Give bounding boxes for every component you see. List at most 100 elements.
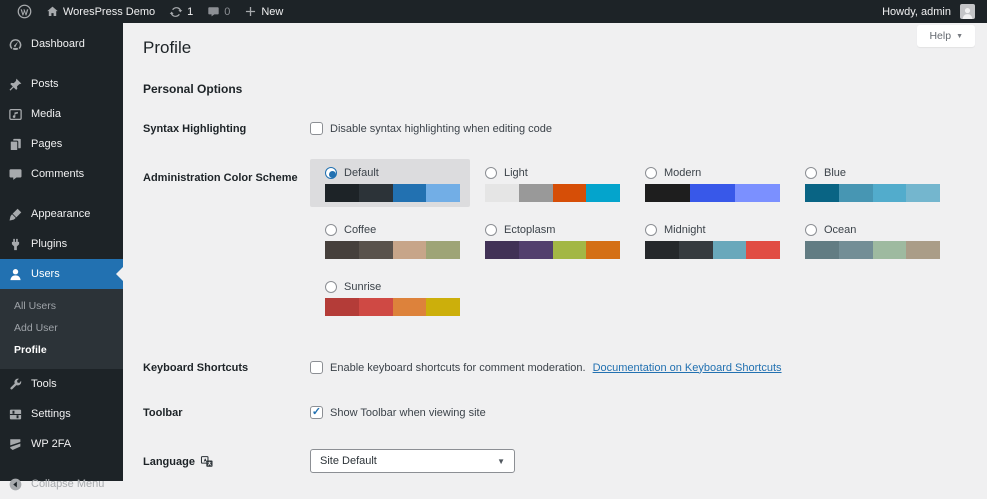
color-swatch xyxy=(805,241,839,259)
keyboard-shortcuts-label: Keyboard Shortcuts xyxy=(143,362,249,374)
color-scheme-radio-default[interactable] xyxy=(325,167,337,179)
sidebar-item-plugins[interactable]: Plugins xyxy=(0,229,123,259)
color-swatch xyxy=(518,184,553,202)
sidebar-item-label: Collapse Menu xyxy=(31,478,105,490)
color-swatch xyxy=(645,184,690,202)
sidebar-item-tools[interactable]: Tools xyxy=(0,369,123,399)
color-swatch xyxy=(392,184,427,202)
sidebar-item-label: Tools xyxy=(31,378,57,390)
collapse-arrow-icon xyxy=(7,476,23,492)
color-swatch xyxy=(586,184,620,202)
profile-form: Syntax Highlighting Disable syntax highl… xyxy=(143,122,987,473)
select-chevron-down-icon: ▼ xyxy=(497,456,505,466)
translation-icon xyxy=(200,455,214,468)
wordpress-logo-menu[interactable] xyxy=(10,0,39,23)
color-scheme-sunrise[interactable]: Sunrise xyxy=(310,273,470,321)
color-scheme-name: Midnight xyxy=(664,224,706,236)
color-scheme-radio-ectoplasm[interactable] xyxy=(485,224,497,236)
color-swatch xyxy=(712,241,747,259)
language-select[interactable]: Site Default ▼ xyxy=(310,449,515,473)
color-scheme-ectoplasm[interactable]: Ectoplasm xyxy=(470,216,630,264)
show-toolbar-checkbox[interactable] xyxy=(310,406,323,419)
color-swatch xyxy=(358,184,393,202)
sidebar-item-posts[interactable]: Posts xyxy=(0,69,123,99)
color-scheme-name: Blue xyxy=(824,167,847,179)
keyboard-checkbox-label[interactable]: Enable keyboard shortcuts for comment mo… xyxy=(330,362,586,374)
color-scheme-modern[interactable]: Modern xyxy=(630,159,790,207)
comment-count: 0 xyxy=(224,5,231,18)
avatar[interactable] xyxy=(960,4,975,19)
color-scheme-name: Modern xyxy=(664,167,702,179)
color-scheme-name: Ocean xyxy=(824,224,857,236)
color-swatch xyxy=(872,241,907,259)
sidebar-item-appearance[interactable]: Appearance xyxy=(0,199,123,229)
color-scheme-ocean[interactable]: Ocean xyxy=(790,216,950,264)
color-swatch xyxy=(838,241,873,259)
color-scheme-radio-blue[interactable] xyxy=(805,167,817,179)
sidebar-item-dashboard[interactable]: Dashboard xyxy=(0,29,123,59)
color-scheme-blue[interactable]: Blue xyxy=(790,159,950,207)
site-name: WoresPress Demo xyxy=(63,5,156,18)
language-label: Language xyxy=(143,455,195,468)
sidebar-item-media[interactable]: Media xyxy=(0,99,123,129)
sidebar-item-label: Posts xyxy=(31,78,59,90)
color-swatch xyxy=(426,298,460,316)
toolbar-label: Toolbar xyxy=(143,407,183,419)
toolbar-row: Toolbar Show Toolbar when viewing site xyxy=(143,406,987,419)
color-swatch xyxy=(805,184,839,202)
color-scheme-radio-midnight[interactable] xyxy=(645,224,657,236)
toolbar-checkbox-label[interactable]: Show Toolbar when viewing site xyxy=(330,407,486,419)
sidebar-item-label: Users xyxy=(31,268,60,280)
color-scheme-radio-light[interactable] xyxy=(485,167,497,179)
sidebar-item-users[interactable]: Users xyxy=(0,259,123,289)
color-scheme-swatches xyxy=(325,184,460,202)
plus-icon xyxy=(244,5,257,18)
color-swatch xyxy=(838,184,873,202)
visit-site-link[interactable]: WoresPress Demo xyxy=(39,0,162,23)
new-content-menu[interactable]: New xyxy=(237,0,290,23)
color-swatch xyxy=(690,184,735,202)
color-scheme-light[interactable]: Light xyxy=(470,159,630,207)
disable-syntax-highlighting-checkbox[interactable] xyxy=(310,122,323,135)
color-swatch xyxy=(325,241,359,259)
color-scheme-radio-ocean[interactable] xyxy=(805,224,817,236)
color-scheme-default[interactable]: Default xyxy=(310,159,470,207)
submenu-item-add-user[interactable]: Add User xyxy=(0,317,123,339)
syntax-checkbox-label[interactable]: Disable syntax highlighting when editing… xyxy=(330,123,552,135)
color-scheme-swatches xyxy=(325,241,460,259)
enable-keyboard-shortcuts-checkbox[interactable] xyxy=(310,361,323,374)
updates-menu[interactable]: 1 xyxy=(162,0,200,23)
color-scheme-coffee[interactable]: Coffee xyxy=(310,216,470,264)
syntax-highlighting-row: Syntax Highlighting Disable syntax highl… xyxy=(143,122,987,135)
sidebar-item-pages[interactable]: Pages xyxy=(0,129,123,159)
language-row: Language Site Default ▼ xyxy=(143,449,987,473)
submenu-item-profile[interactable]: Profile xyxy=(0,339,123,361)
sidebar-item-label: Comments xyxy=(31,168,85,180)
settings-icon xyxy=(7,406,23,422)
color-scheme-swatches xyxy=(645,184,780,202)
keyboard-shortcuts-doc-link[interactable]: Documentation on Keyboard Shortcuts xyxy=(593,362,782,374)
sidebar-item-settings[interactable]: Settings xyxy=(0,399,123,429)
color-scheme-radio-modern[interactable] xyxy=(645,167,657,179)
syntax-highlighting-label: Syntax Highlighting xyxy=(143,123,247,135)
pages-icon xyxy=(7,136,23,152)
color-scheme-radio-coffee[interactable] xyxy=(325,224,337,236)
color-scheme-midnight[interactable]: Midnight xyxy=(630,216,790,264)
color-swatch xyxy=(746,241,780,259)
sidebar-item-comments[interactable]: Comments xyxy=(0,159,123,189)
brush-icon xyxy=(7,206,23,222)
color-scheme-radio-sunrise[interactable] xyxy=(325,281,337,293)
comments-menu[interactable]: 0 xyxy=(200,0,237,23)
sidebar-item-wp-2fa[interactable]: WP 2FA xyxy=(0,429,123,459)
help-button[interactable]: Help ▼ xyxy=(917,25,975,47)
color-scheme-swatches xyxy=(325,298,460,316)
sidebar-item-collapse-menu[interactable]: Collapse Menu xyxy=(0,469,123,499)
color-scheme-swatches xyxy=(645,241,780,259)
color-swatch xyxy=(358,298,393,316)
submenu-item-all-users[interactable]: All Users xyxy=(0,295,123,317)
update-count: 1 xyxy=(187,5,194,18)
wrench-icon xyxy=(7,376,23,392)
color-swatch xyxy=(426,241,460,259)
howdy-admin-menu[interactable]: Howdy, admin xyxy=(875,6,954,18)
sidebar-item-label: Plugins xyxy=(31,238,68,250)
